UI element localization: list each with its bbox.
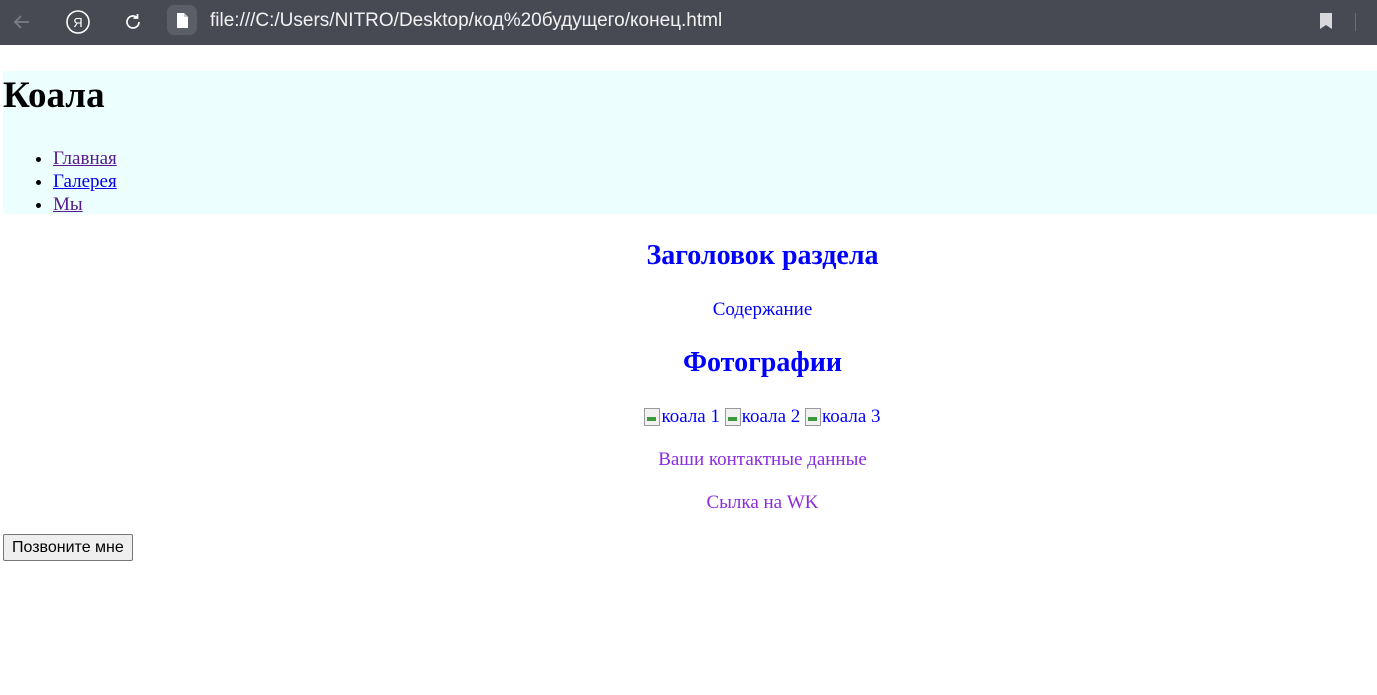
nav-item-home: Главная: [53, 147, 117, 170]
contact-info: Ваши контактные данные: [658, 449, 867, 470]
svg-text:Я: Я: [73, 15, 82, 30]
broken-image-icon: [805, 408, 822, 426]
address-bar[interactable]: file:///C:/Users/NITRO/Desktop/код%20буд…: [210, 9, 722, 33]
nav-link-about[interactable]: Мы: [53, 194, 83, 215]
reload-icon[interactable]: [119, 8, 147, 36]
koala-photo-1: коала 1: [644, 405, 720, 429]
page-title: Коала: [3, 75, 105, 116]
call-me-button[interactable]: Позвоните мне: [3, 534, 133, 561]
photo-gallery: коала 1 коала 2 коала 3: [0, 405, 1377, 433]
nav-item-about: Мы: [53, 193, 117, 216]
broken-image-icon: [644, 408, 661, 426]
section-content: Содержание: [712, 299, 813, 320]
koala-photo-2: коала 2: [724, 405, 801, 429]
page-header: Коала Главная Галерея Мы: [3, 71, 1377, 216]
toolbar-divider: [1355, 13, 1356, 31]
file-icon[interactable]: [167, 5, 197, 35]
browser-toolbar: Я file:///C:/Users/NITRO/Desktop/код%20б…: [0, 0, 1377, 45]
nav-item-gallery: Галерея: [53, 170, 117, 193]
nav-link-home[interactable]: Главная: [53, 148, 117, 169]
nav-link-gallery[interactable]: Галерея: [53, 171, 117, 192]
photos-heading: Фотографии: [683, 347, 842, 378]
broken-image-icon: [724, 408, 741, 426]
photo-alt-text: коала 1: [661, 406, 720, 427]
nav-menu: Главная Галерея Мы: [3, 147, 117, 216]
yandex-icon[interactable]: Я: [64, 8, 92, 36]
photo-alt-text: коала 3: [822, 406, 881, 427]
vk-link[interactable]: Сылка на WK: [0, 491, 1377, 515]
photo-alt-text: коала 2: [741, 406, 801, 427]
koala-photo-3: коала 3: [805, 405, 881, 429]
back-arrow-icon[interactable]: [8, 8, 36, 36]
bookmark-icon[interactable]: [1316, 9, 1336, 33]
section-heading: Заголовок раздела: [646, 240, 879, 271]
